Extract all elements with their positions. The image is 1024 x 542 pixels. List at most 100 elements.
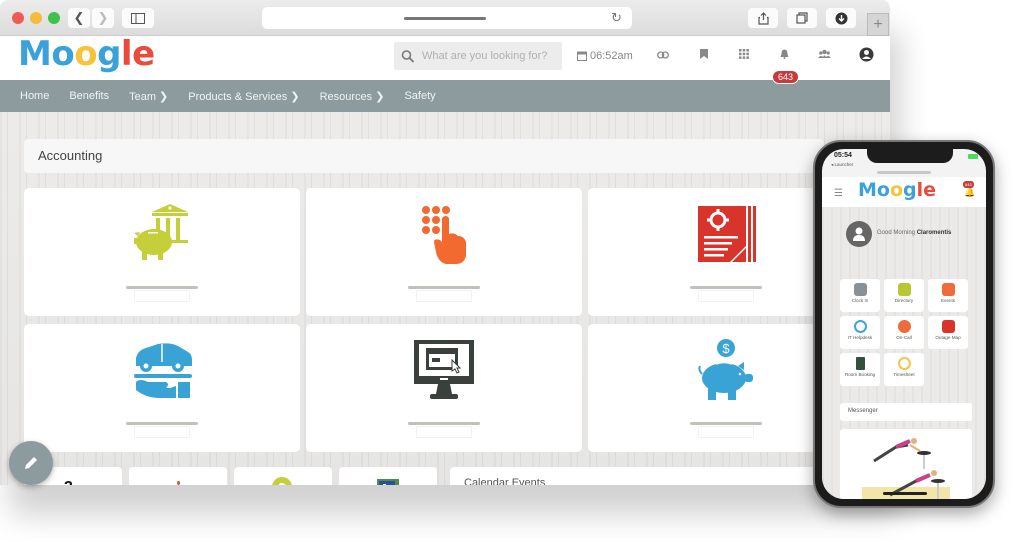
link-icon[interactable]: [657, 48, 669, 62]
minimize-window-button[interactable]: [30, 12, 42, 24]
mini-tile-number: 3: [64, 479, 73, 485]
reload-icon[interactable]: ↻: [611, 10, 622, 26]
logo-letter: M: [858, 179, 877, 201]
logo-letter: o: [876, 179, 890, 201]
phone-bell-icon[interactable]: 🔔: [964, 187, 975, 198]
phone-status-time: 05:54: [834, 152, 852, 159]
phone-mockup: 05:54 ◂ Launcher ☰ Moogle 🔔 643 Good Mor…: [813, 140, 995, 508]
new-tab-button[interactable]: +: [867, 13, 889, 36]
team-icon[interactable]: [818, 48, 831, 62]
greeting-user-name: Claromentis: [916, 230, 952, 236]
address-bar[interactable]: ↻: [262, 7, 632, 29]
home-indicator: [883, 492, 927, 495]
bell-icon[interactable]: [780, 48, 789, 62]
share-icon: [757, 11, 769, 25]
search-box[interactable]: [394, 42, 562, 70]
logo-letter: o: [51, 34, 75, 74]
phone-app-header: ☰ Moogle 🔔 643: [822, 177, 986, 207]
maximize-window-button[interactable]: [48, 12, 60, 24]
mini-tile[interactable]: [234, 467, 332, 485]
nav-item-home[interactable]: Home: [20, 90, 49, 102]
phone-screen: 05:54 ◂ Launcher ☰ Moogle 🔔 643 Good Mor…: [822, 149, 986, 499]
clock-time: 06:52am: [590, 50, 633, 62]
settings-document-icon: [698, 206, 756, 262]
car-insurance-icon: [134, 343, 192, 398]
card-label-placeholder: [690, 422, 762, 425]
app-card[interactable]: [306, 188, 582, 316]
map-pin-icon: [941, 320, 955, 333]
phone-support-icon: [853, 320, 867, 333]
tile-label: Outage Map: [935, 335, 961, 340]
download-icon: [835, 12, 847, 24]
app-card[interactable]: [24, 324, 300, 452]
tile-directory[interactable]: Directory: [884, 279, 924, 312]
logo-letter: e: [923, 179, 937, 201]
search-icon: [401, 49, 415, 63]
main-content: Accounting $ Calendar Events: [0, 112, 890, 485]
pencil-icon: [25, 457, 37, 469]
back-button[interactable]: ❮: [68, 8, 90, 28]
phone-body: Good Morning Claromentis Clock In Direct…: [822, 207, 986, 499]
tile-outage-map[interactable]: Outage Map: [928, 316, 968, 349]
nav-item-benefits[interactable]: Benefits: [69, 90, 109, 102]
sidebar-toggle-button[interactable]: [122, 8, 154, 28]
chevron-left-icon: ❮: [73, 10, 85, 25]
tile-on-call[interactable]: On-Call: [884, 316, 924, 349]
apps-grid-icon[interactable]: [739, 48, 749, 62]
app-card[interactable]: [24, 188, 300, 316]
events-calendar-icon: [941, 283, 955, 296]
tabs-icon: [796, 12, 808, 24]
logo-letter: o: [889, 179, 904, 201]
computer-screen-icon: [414, 340, 474, 399]
avatar[interactable]: [846, 221, 872, 247]
forward-button[interactable]: ❯: [92, 8, 114, 28]
search-input[interactable]: [422, 50, 562, 62]
card-label-placeholder: [126, 286, 198, 289]
mini-tile-icon: [177, 481, 180, 485]
app-card[interactable]: [306, 324, 582, 452]
nav-item-safety[interactable]: Safety: [404, 90, 435, 102]
keypad-touch-icon: [422, 206, 466, 264]
user-icon: [853, 227, 865, 241]
clock-in-icon: [853, 283, 867, 296]
tile-room-booking[interactable]: Room Booking: [840, 353, 880, 386]
phone-notification-badge[interactable]: 643: [963, 181, 974, 188]
close-window-button[interactable]: [12, 12, 24, 24]
notification-badge[interactable]: 643: [772, 70, 800, 84]
nav-item-resources[interactable]: Resources ❯: [320, 90, 385, 103]
tile-events[interactable]: Events: [928, 279, 968, 312]
logo-letter: o: [74, 34, 98, 74]
exercise-illustration: [862, 438, 950, 499]
sidebar-icon: [131, 12, 145, 24]
door-icon: [855, 357, 865, 370]
user-account-icon[interactable]: [859, 47, 874, 65]
tabs-overview-button[interactable]: [787, 8, 817, 28]
nav-item-products-services[interactable]: Products & Services ❯: [188, 90, 299, 103]
card-label-placeholder: [126, 422, 198, 425]
mini-tile[interactable]: [129, 467, 227, 485]
tile-it-helpdesk[interactable]: IT Helpdesk: [840, 316, 880, 349]
card-label-placeholder: [408, 286, 480, 289]
browser-toolbar: ❮ ❯ ↻ +: [0, 0, 890, 36]
tile-timesheet[interactable]: Timesheet: [884, 353, 924, 386]
messenger-panel[interactable]: Messenger: [840, 403, 972, 421]
piggy-bank-dollar-icon: $: [698, 339, 753, 400]
moogle-logo[interactable]: Moogle: [18, 34, 155, 74]
share-button[interactable]: [748, 8, 778, 28]
downloads-button[interactable]: [826, 8, 856, 28]
tile-label: Room Booking: [844, 372, 876, 377]
edit-fab-button[interactable]: [9, 441, 53, 485]
greeting-prefix: Good Morning: [877, 230, 916, 236]
nav-item-team[interactable]: Team ❯: [129, 90, 168, 103]
phone-back-launcher[interactable]: ◂ Launcher: [831, 162, 853, 168]
bookmark-icon[interactable]: [700, 48, 708, 62]
section-title: Accounting: [24, 139, 824, 173]
phone-grabber: [877, 171, 931, 174]
logo-letter: e: [132, 34, 155, 74]
mini-tile[interactable]: [339, 467, 437, 485]
phone-app-grid: Clock In Directory Events IT Helpdesk On…: [840, 279, 972, 386]
hamburger-menu-icon[interactable]: ☰: [834, 188, 843, 199]
tile-clock-in[interactable]: Clock In: [840, 279, 880, 312]
phone-notch: [867, 149, 953, 163]
browser-window: ❮ ❯ ↻ + Moogle What are you looking for?…: [0, 0, 890, 485]
